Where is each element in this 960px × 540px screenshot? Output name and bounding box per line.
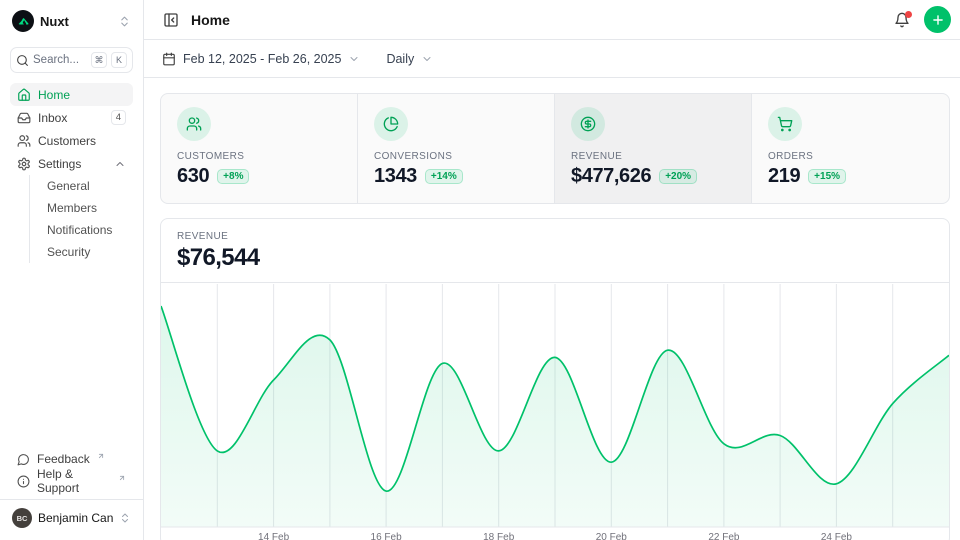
stat-value: 1343	[374, 165, 417, 188]
stat-value: 630	[177, 165, 209, 188]
chevrons-up-down-icon	[119, 512, 131, 524]
sidebar-item-label: Home	[38, 88, 70, 102]
sidebar-item-customers[interactable]: Customers	[10, 129, 133, 152]
stat-delta-badge: +14%	[425, 169, 463, 184]
svg-text:18 Feb: 18 Feb	[483, 532, 515, 540]
sidebar-item-label: Settings	[38, 157, 81, 171]
stat-card-conversions[interactable]: Conversions 1343 +14%	[358, 94, 555, 203]
users-icon	[17, 134, 31, 148]
feedback-label: Feedback	[37, 452, 90, 466]
stat-value: $477,626	[571, 165, 651, 188]
circle-dollar-icon	[571, 107, 605, 141]
sidebar-item-settings[interactable]: Settings	[10, 152, 133, 175]
search-icon	[16, 54, 29, 67]
period-select[interactable]: Daily	[384, 48, 435, 70]
main-panel: Home Feb 12, 2025 - Feb 26, 2025 Daily	[144, 0, 960, 540]
chart-pie-icon	[374, 107, 408, 141]
gear-icon	[17, 157, 31, 171]
chart-header: Revenue $76,544	[161, 219, 949, 283]
house-icon	[17, 88, 31, 102]
kbd-k: K	[111, 52, 127, 68]
svg-text:24 Feb: 24 Feb	[821, 532, 853, 540]
page-header: Home	[144, 0, 960, 40]
help-support-link[interactable]: Help & Support	[10, 470, 133, 492]
chart-current-value: $76,544	[177, 244, 933, 272]
sidebar-item-members[interactable]: Members	[30, 197, 133, 219]
stat-card-orders[interactable]: Orders 219 +15%	[752, 94, 949, 203]
stat-card-revenue[interactable]: Revenue $477,626 +20%	[555, 94, 752, 203]
stat-delta-badge: +20%	[659, 169, 697, 184]
user-menu[interactable]: BC Benjamin Canac	[0, 499, 143, 536]
search-input-wrapper[interactable]: ⌘ K	[10, 47, 133, 73]
team-name: Nuxt	[40, 14, 112, 29]
external-link-icon	[118, 474, 126, 482]
svg-text:20 Feb: 20 Feb	[596, 532, 628, 540]
date-range-picker[interactable]: Feb 12, 2025 - Feb 26, 2025	[160, 48, 362, 70]
sidebar-item-security[interactable]: Security	[30, 241, 133, 263]
chart-title: Revenue	[177, 231, 933, 242]
external-link-icon	[97, 452, 105, 460]
plus-icon	[931, 13, 945, 27]
period-label: Daily	[386, 52, 414, 66]
date-range-label: Feb 12, 2025 - Feb 26, 2025	[183, 52, 341, 66]
chevron-down-icon	[348, 53, 360, 65]
dashboard-content: Customers 630 +8% Conversions 1343 +14%	[144, 78, 960, 540]
nuxt-logo-icon	[12, 10, 34, 32]
sidebar-collapse-button[interactable]	[159, 8, 183, 32]
chevrons-up-down-icon	[118, 15, 131, 28]
message-circle-icon	[17, 453, 30, 466]
chevron-down-icon	[421, 53, 433, 65]
sidebar-item-notifications[interactable]: Notifications	[30, 219, 133, 241]
revenue-area-chart[interactable]: 14 Feb 16 Feb 18 Feb 20 Feb 22 Feb 24 Feb	[161, 283, 949, 540]
stat-label: Customers	[177, 151, 341, 162]
sidebar-item-inbox[interactable]: Inbox 4	[10, 106, 133, 129]
sidebar-item-general[interactable]: General	[30, 175, 133, 197]
team-switcher[interactable]: Nuxt	[10, 9, 133, 33]
avatar: BC	[12, 508, 32, 528]
sidebar-item-home[interactable]: Home	[10, 83, 133, 106]
stat-delta-badge: +8%	[217, 169, 249, 184]
sidebar: Nuxt ⌘ K Home Inbox 4	[0, 0, 144, 540]
svg-text:14 Feb: 14 Feb	[258, 532, 290, 540]
chevron-up-icon	[114, 158, 126, 170]
sidebar-item-label: Inbox	[38, 111, 67, 125]
page-title: Home	[191, 12, 230, 28]
sidebar-footer-links: Feedback Help & Support	[10, 448, 133, 499]
panel-left-close-icon	[163, 12, 179, 28]
add-button[interactable]	[924, 6, 951, 33]
calendar-icon	[162, 52, 176, 66]
inbox-count-badge: 4	[111, 110, 126, 125]
svg-text:22 Feb: 22 Feb	[708, 532, 740, 540]
stat-label: Revenue	[571, 151, 735, 162]
user-name: Benjamin Canac	[38, 511, 113, 525]
settings-subnav: General Members Notifications Security	[29, 175, 133, 263]
stat-card-customers[interactable]: Customers 630 +8%	[161, 94, 358, 203]
stat-label: Conversions	[374, 151, 538, 162]
stat-value: 219	[768, 165, 800, 188]
notifications-button[interactable]	[890, 8, 914, 32]
revenue-chart-card: Revenue $76,544 14 Feb 16 Feb 18 Feb 20 Feb…	[160, 218, 950, 540]
stats-row: Customers 630 +8% Conversions 1343 +14%	[160, 93, 950, 204]
help-support-label: Help & Support	[37, 467, 111, 495]
users-icon	[177, 107, 211, 141]
sidebar-spacer	[10, 263, 133, 448]
stat-label: Orders	[768, 151, 933, 162]
kbd-cmd: ⌘	[91, 52, 107, 68]
sidebar-nav: Home Inbox 4 Customers Settings Ge	[10, 83, 133, 263]
stat-delta-badge: +15%	[808, 169, 846, 184]
inbox-icon	[17, 111, 31, 125]
svg-text:16 Feb: 16 Feb	[371, 532, 403, 540]
sidebar-item-label: Customers	[38, 134, 96, 148]
search-input[interactable]	[33, 54, 87, 66]
notification-dot	[905, 11, 912, 18]
info-icon	[17, 475, 30, 488]
cart-icon	[768, 107, 802, 141]
toolbar: Feb 12, 2025 - Feb 26, 2025 Daily	[144, 40, 960, 78]
